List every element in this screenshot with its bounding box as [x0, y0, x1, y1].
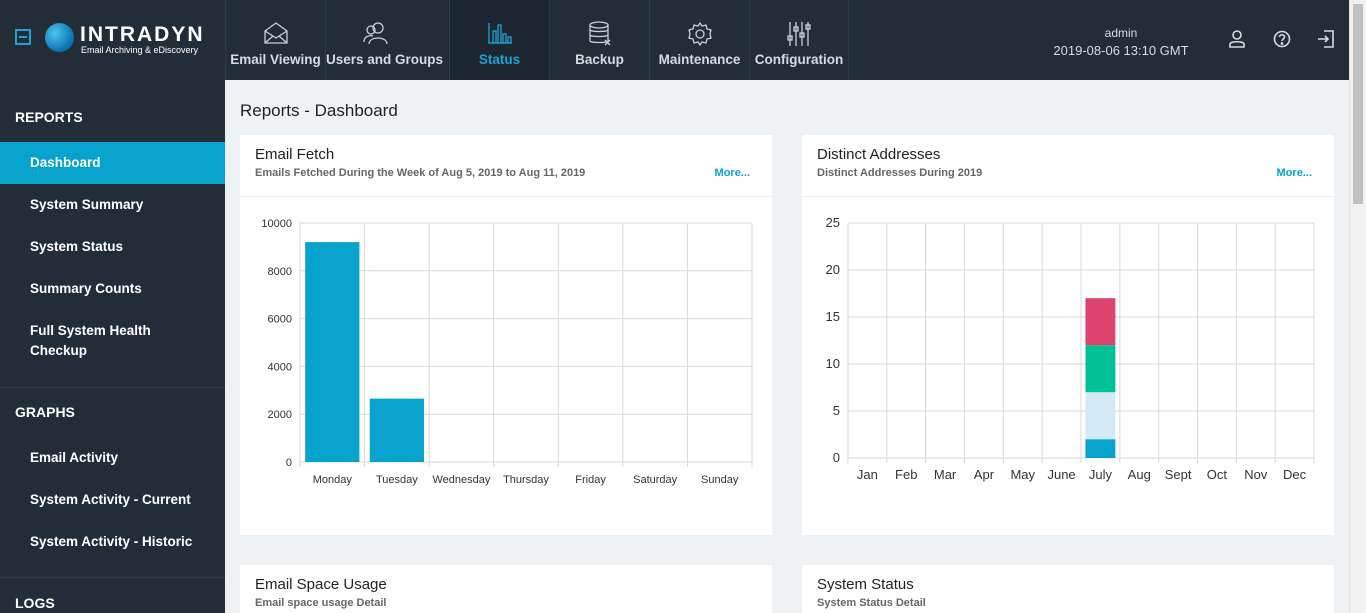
x-tick-label: Sept: [1165, 467, 1192, 482]
brand-tagline: Email Archiving & eDiscovery: [81, 45, 199, 55]
x-tick-label: Feb: [895, 467, 917, 482]
sidebar-item-system-status[interactable]: System Status: [0, 226, 225, 268]
page-title: Reports - Dashboard: [240, 101, 398, 120]
x-tick-label: Dec: [1283, 467, 1307, 482]
bar: [369, 398, 424, 462]
tab-email-viewing[interactable]: Email Viewing: [225, 0, 325, 80]
tab-label: Maintenance: [658, 52, 741, 67]
datetime: 2019-08-06 13:10 GMT: [1053, 43, 1189, 58]
system-status-card: System Status System Status Detail: [802, 565, 1334, 613]
y-tick-label: 0: [286, 457, 292, 469]
page-scrollbar[interactable]: [1349, 0, 1366, 613]
tab-label: Backup: [575, 52, 624, 67]
reports-heading: REPORTS: [15, 109, 83, 125]
y-tick-label: 8000: [268, 266, 292, 278]
sidebar-item-system-activity-historic[interactable]: System Activity - Historic: [0, 521, 225, 563]
graphs-heading: GRAPHS: [15, 404, 75, 420]
tab-label: Configuration: [754, 52, 844, 67]
distinct-addresses-chart: 0 5 10 15 20 25 Jan Feb Mar Apr May June July Aug Sept…: [826, 215, 1315, 482]
sidebar-divider: [0, 387, 225, 388]
y-tick-label: 5: [833, 403, 840, 418]
envelope-icon: [263, 22, 288, 44]
y-tick-label: 15: [826, 309, 840, 324]
help-icon[interactable]: [1273, 30, 1291, 48]
top-bar: INTRADYN Email Archiving & eDiscovery Em…: [0, 0, 1366, 80]
bar-segment: [1085, 439, 1116, 458]
y-tick-label: 0: [833, 450, 840, 465]
more-link[interactable]: More...: [1277, 167, 1312, 179]
sidebar: REPORTS Dashboard System Summary System …: [0, 80, 225, 613]
x-tick-label: Apr: [974, 467, 995, 482]
y-tick-label: 20: [826, 262, 840, 277]
tab-label: Email Viewing: [230, 52, 321, 67]
card-title: Email Fetch: [255, 146, 335, 163]
tab-maintenance[interactable]: Maintenance: [649, 0, 749, 80]
sidebar-item-system-summary[interactable]: System Summary: [0, 184, 225, 226]
x-tick-label: Oct: [1207, 467, 1228, 482]
sidebar-item-summary-counts[interactable]: Summary Counts: [0, 268, 225, 310]
tab-label: Status: [478, 52, 521, 67]
tab-backup[interactable]: Backup: [549, 0, 649, 80]
y-tick-label: 2000: [268, 409, 292, 421]
sliders-icon: [787, 22, 811, 46]
x-tick-label: Saturday: [633, 474, 678, 486]
bar-segment: [1085, 345, 1116, 393]
x-tick-label: Tuesday: [376, 474, 418, 486]
sidebar-item-full-system-health-checkup[interactable]: Full System Health Checkup: [0, 320, 180, 366]
x-tick-label: Aug: [1128, 467, 1151, 482]
tab-users-and-groups[interactable]: Users and Groups: [325, 0, 444, 80]
card-subtitle: System Status Detail: [817, 597, 926, 609]
x-tick-label: Nov: [1244, 467, 1268, 482]
logout-icon[interactable]: [1317, 30, 1335, 48]
distinct-addresses-card: Distinct Addresses Distinct Addresses Du…: [802, 135, 1334, 535]
users-icon: [362, 22, 388, 45]
bar-segment: [1085, 298, 1116, 346]
x-tick-label: June: [1047, 467, 1075, 482]
more-link[interactable]: More...: [715, 167, 750, 179]
tab-label: Users and Groups: [326, 52, 444, 67]
card-subtitle: Email space usage Detail: [255, 597, 387, 609]
x-tick-label: Jan: [857, 467, 878, 482]
logo-icon: [45, 23, 74, 52]
bar: [305, 242, 360, 462]
email-fetch-chart: 0 2000 4000 6000 8000 10000 Monday Tuesday Wedne…: [261, 218, 753, 486]
email-fetch-card: Email Fetch Emails Fetched During the We…: [240, 135, 772, 535]
y-tick-label: 10: [826, 356, 840, 371]
tab-status[interactable]: Status: [449, 0, 549, 80]
email-space-usage-card: Email Space Usage Email space usage Deta…: [240, 565, 772, 613]
y-tick-label: 4000: [268, 361, 292, 373]
card-subtitle: Emails Fetched During the Week of Aug 5,…: [255, 167, 586, 179]
x-tick-label: May: [1010, 467, 1035, 482]
card-title: Distinct Addresses: [817, 146, 941, 163]
x-tick-label: Monday: [313, 474, 353, 486]
card-title: System Status: [817, 576, 914, 593]
x-tick-label: Thursday: [503, 474, 549, 486]
x-tick-label: Mar: [934, 467, 957, 482]
sidebar-item-email-activity[interactable]: Email Activity: [0, 437, 225, 479]
x-tick-label: Wednesday: [432, 474, 490, 486]
x-tick-label: Friday: [575, 474, 606, 486]
card-title: Email Space Usage: [255, 576, 387, 593]
bar-chart-icon: [487, 23, 512, 44]
x-tick-label: Sunday: [701, 474, 739, 486]
gear-icon: [687, 21, 712, 47]
sidebar-divider: [0, 577, 225, 578]
scrollbar-thumb[interactable]: [1353, 4, 1363, 204]
menu-toggle-icon[interactable]: [15, 29, 31, 45]
sidebar-item-system-activity-current[interactable]: System Activity - Current: [0, 479, 225, 521]
card-subtitle: Distinct Addresses During 2019: [817, 167, 983, 179]
y-tick-label: 25: [826, 215, 840, 230]
username: admin: [1104, 26, 1138, 40]
y-tick-label: 6000: [268, 314, 292, 326]
y-tick-label: 10000: [261, 218, 292, 230]
database-icon: [588, 21, 610, 46]
user-profile-icon[interactable]: [1228, 30, 1246, 48]
tab-configuration[interactable]: Configuration: [749, 0, 849, 80]
sidebar-item-dashboard[interactable]: Dashboard: [0, 142, 225, 184]
logs-heading: LOGS: [15, 595, 55, 611]
brand-name: INTRADYN: [80, 23, 205, 46]
bar-segment: [1085, 392, 1116, 440]
x-tick-label: July: [1089, 467, 1113, 482]
